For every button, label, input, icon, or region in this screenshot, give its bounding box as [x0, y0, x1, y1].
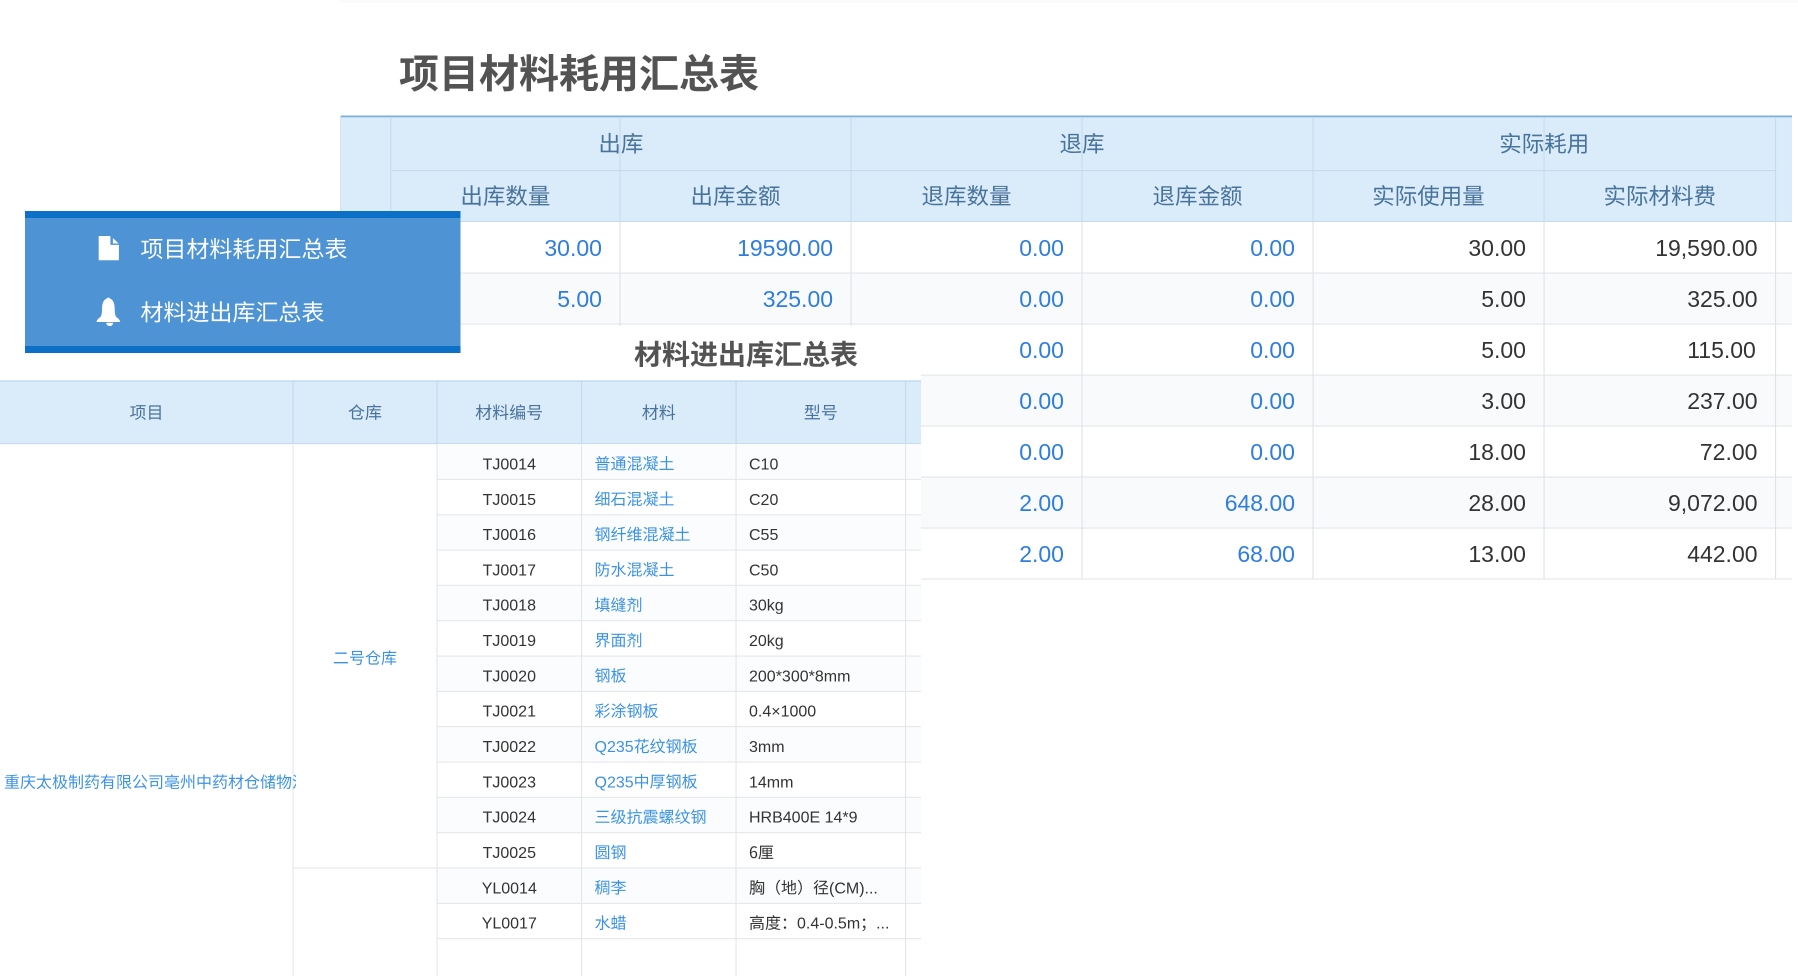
svg-text:C50: C50: [749, 562, 778, 579]
svg-text:0.00: 0.00: [1250, 337, 1295, 363]
svg-text:YL0017: YL0017: [482, 916, 537, 933]
svg-text:18.00: 18.00: [1468, 439, 1526, 465]
svg-text:115.00: 115.00: [1687, 337, 1756, 363]
svg-text:9,072.00: 9,072.00: [1668, 490, 1758, 516]
svg-text:C10: C10: [749, 456, 778, 473]
svg-text:(CM)...: (CM)...: [829, 880, 878, 897]
svg-text:19,590.00: 19,590.00: [1655, 235, 1757, 261]
svg-text:72.00: 72.00: [1700, 439, 1758, 465]
svg-text:3.00: 3.00: [1481, 388, 1526, 414]
svg-text:19590.00: 19590.00: [737, 235, 833, 261]
svg-text:0.00: 0.00: [1250, 439, 1295, 465]
svg-text:C55: C55: [749, 527, 778, 544]
svg-text:13.00: 13.00: [1468, 541, 1526, 567]
svg-text:TJ0014: TJ0014: [483, 456, 536, 473]
svg-text:TJ0025: TJ0025: [483, 845, 536, 862]
svg-text:3mm: 3mm: [749, 739, 785, 756]
svg-text:0.4×1000: 0.4×1000: [749, 704, 816, 721]
svg-text:325.00: 325.00: [763, 286, 833, 312]
svg-text:TJ0023: TJ0023: [483, 774, 536, 791]
svg-text:200*300*8mm: 200*300*8mm: [749, 668, 850, 685]
svg-text:C20: C20: [749, 492, 778, 509]
svg-text:...: ...: [876, 916, 889, 933]
svg-text:TJ0020: TJ0020: [483, 668, 536, 685]
svg-text:68.00: 68.00: [1237, 541, 1295, 567]
svg-text:TJ0018: TJ0018: [483, 598, 536, 615]
svg-text:HRB400E 14*9: HRB400E 14*9: [749, 810, 858, 827]
svg-text:TJ0024: TJ0024: [483, 810, 536, 827]
svg-text:TJ0019: TJ0019: [483, 633, 536, 650]
svg-text:TJ0022: TJ0022: [483, 739, 536, 756]
svg-text:30kg: 30kg: [749, 598, 784, 615]
svg-text:0.00: 0.00: [1019, 388, 1064, 414]
svg-text:TJ0015: TJ0015: [483, 492, 536, 509]
svg-text:237.00: 237.00: [1687, 388, 1757, 414]
svg-text:0.00: 0.00: [1019, 337, 1064, 363]
svg-text:5.00: 5.00: [557, 286, 602, 312]
svg-text:0.00: 0.00: [1250, 388, 1295, 414]
svg-text:648.00: 648.00: [1225, 490, 1295, 516]
svg-text:28.00: 28.00: [1468, 490, 1526, 516]
svg-text:5.00: 5.00: [1481, 337, 1526, 363]
svg-text:0.00: 0.00: [1019, 235, 1064, 261]
svg-text:YL0014: YL0014: [482, 880, 537, 897]
svg-text:325.00: 325.00: [1687, 286, 1757, 312]
svg-text:14mm: 14mm: [749, 774, 793, 791]
svg-text:0.4-0.5m: 0.4-0.5m: [797, 916, 860, 933]
svg-text:Q235: Q235: [595, 774, 634, 791]
svg-text:2.00: 2.00: [1019, 541, 1064, 567]
svg-text:5.00: 5.00: [1481, 286, 1526, 312]
svg-text:30.00: 30.00: [544, 235, 602, 261]
svg-text:442.00: 442.00: [1687, 541, 1757, 567]
svg-text:TJ0017: TJ0017: [483, 562, 536, 579]
svg-text:30.00: 30.00: [1468, 235, 1526, 261]
svg-text:2.00: 2.00: [1019, 490, 1064, 516]
svg-text:20kg: 20kg: [749, 633, 784, 650]
svg-text:TJ0016: TJ0016: [483, 527, 536, 544]
svg-text:Q235: Q235: [595, 739, 634, 756]
svg-text:0.00: 0.00: [1250, 235, 1295, 261]
svg-text:0.00: 0.00: [1250, 286, 1295, 312]
svg-text:0.00: 0.00: [1019, 439, 1064, 465]
svg-text:TJ0021: TJ0021: [483, 704, 536, 721]
svg-text:0.00: 0.00: [1019, 286, 1064, 312]
